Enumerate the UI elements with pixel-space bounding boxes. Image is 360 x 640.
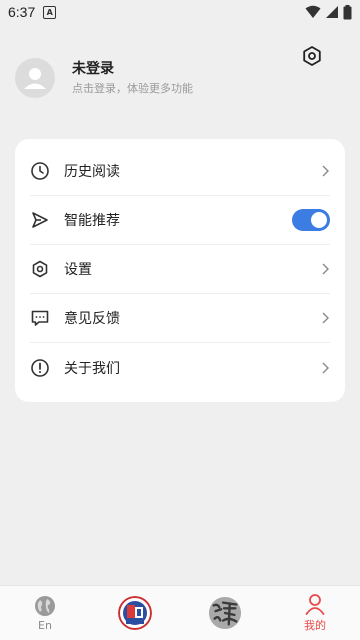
profile-login-area[interactable]: 未登录 点击登录，体验更多功能	[15, 58, 193, 98]
menu-item-label: 智能推荐	[64, 213, 120, 229]
menu-card: 历史阅读 智能推荐 设置 意见反馈 关于我们	[15, 139, 345, 402]
bottom-nav: En 我的	[0, 585, 360, 640]
signal-icon	[326, 6, 338, 18]
chevron-right-icon	[322, 362, 329, 373]
info-icon	[30, 358, 50, 378]
menu-item-about[interactable]: 关于我们	[30, 343, 330, 392]
nav-item-calligraphy-logo[interactable]	[195, 586, 255, 640]
message-icon	[30, 308, 50, 328]
person-icon	[305, 594, 325, 615]
toggle-knob	[311, 212, 327, 228]
nav-label: En	[38, 618, 52, 632]
profile-name: 未登录	[72, 61, 114, 77]
menu-item-label: 关于我们	[64, 360, 120, 377]
menu-item-smart-recommend: 智能推荐	[30, 196, 330, 245]
send-icon	[30, 210, 50, 230]
wifi-icon	[305, 5, 321, 18]
menu-item-history[interactable]: 历史阅读	[30, 147, 330, 196]
menu-item-label: 历史阅读	[64, 164, 120, 180]
chevron-right-icon	[322, 312, 329, 324]
settings-button[interactable]	[300, 44, 324, 68]
gear-icon	[303, 46, 321, 66]
calligraphy-logo-icon	[208, 596, 242, 630]
menu-item-feedback[interactable]: 意见反馈	[30, 294, 330, 343]
menu-item-label: 意见反馈	[64, 311, 120, 327]
gear-icon	[30, 259, 50, 279]
profile-hint: 点击登录，体验更多功能	[72, 82, 193, 95]
menu-item-settings[interactable]: 设置	[30, 245, 330, 294]
clock-icon	[30, 161, 50, 181]
notification-icon: A	[43, 5, 57, 19]
smart-recommend-toggle[interactable]	[292, 209, 330, 231]
nav-item-badge-logo[interactable]	[105, 586, 165, 640]
menu-item-label: 设置	[64, 262, 92, 278]
profile-text: 未登录 点击登录，体验更多功能	[72, 60, 193, 96]
status-time: 6:37	[8, 4, 36, 20]
status-right	[305, 4, 352, 20]
battery-icon	[343, 4, 352, 19]
user-icon	[24, 68, 46, 89]
nav-item-en[interactable]: En	[15, 586, 75, 640]
nav-label: 我的	[304, 619, 326, 632]
chevron-right-icon	[322, 165, 329, 177]
nav-item-mine[interactable]: 我的	[285, 586, 345, 640]
status-bar: 6:37 A	[0, 0, 360, 24]
status-left: 6:37 A	[8, 4, 57, 20]
badge-logo-icon	[118, 596, 152, 630]
avatar[interactable]	[15, 58, 55, 98]
chevron-right-icon	[322, 263, 329, 275]
globe-icon	[35, 595, 55, 616]
